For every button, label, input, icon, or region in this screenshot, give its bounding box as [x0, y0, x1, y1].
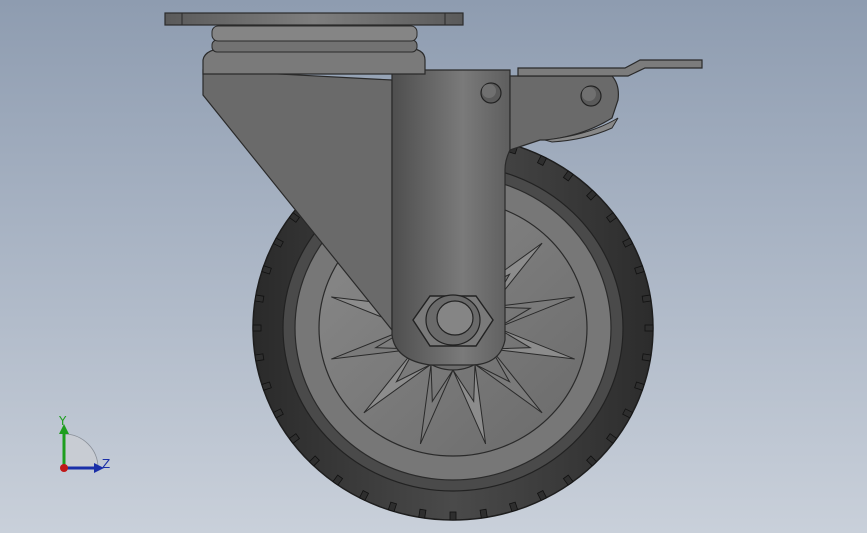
top-mounting-plate[interactable]: [164, 12, 464, 26]
caster-model[interactable]: [0, 0, 867, 533]
tread-block: [641, 294, 652, 303]
triad-plane: [63, 433, 99, 469]
graphics-viewport[interactable]: Y Z: [0, 0, 867, 533]
brake-lever[interactable]: [480, 59, 703, 151]
axle-nut[interactable]: [412, 294, 494, 347]
y-axis-label: Y: [59, 414, 67, 428]
bearing-ring-lower: [211, 39, 418, 53]
brake-pedal[interactable]: [517, 59, 703, 77]
fork-rivet-highlight: [482, 84, 496, 98]
tread-block: [254, 294, 265, 303]
bearing-ring-upper: [211, 25, 418, 42]
tread-block: [479, 508, 488, 519]
z-axis-label: Z: [102, 457, 111, 471]
tread-block: [418, 508, 427, 519]
tread-block: [644, 324, 654, 332]
x-axis-dot: [60, 464, 68, 472]
tread-block: [641, 353, 652, 362]
axle-end: [436, 300, 474, 336]
tread-block: [254, 353, 265, 362]
brake-pivot-bolt-highlight: [582, 87, 596, 101]
tread-block: [449, 511, 457, 521]
tread-block: [252, 324, 262, 332]
